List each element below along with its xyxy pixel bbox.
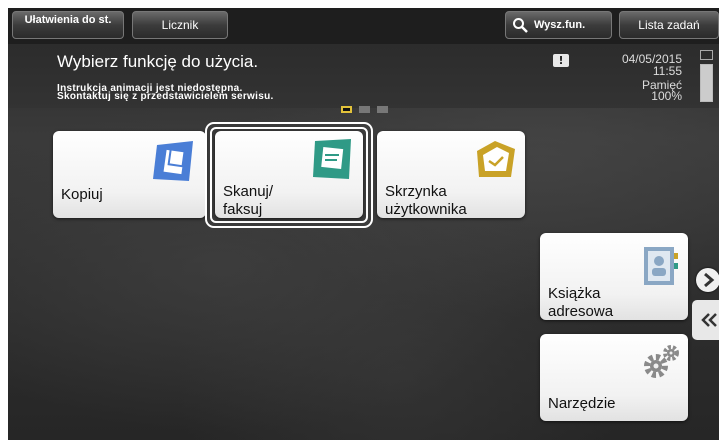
address-book-tile[interactable]: Książka adresowa bbox=[540, 233, 688, 320]
page-dot-active bbox=[341, 106, 352, 113]
utility-label: Narzędzie bbox=[548, 395, 616, 412]
search-function-button[interactable]: Wysz.fun. bbox=[505, 11, 612, 39]
job-list-button[interactable]: Lista zadań bbox=[619, 11, 719, 39]
address-book-label-line1: Książka bbox=[548, 285, 601, 302]
memory-value: 100% bbox=[651, 89, 682, 103]
address-book-label-line2: adresowa bbox=[548, 303, 614, 320]
service-notice: Skontaktuj się z przedstawicielem serwis… bbox=[57, 91, 274, 102]
memory-gauge-fill bbox=[701, 65, 712, 101]
time-display: 11:55 bbox=[652, 64, 682, 78]
utility-tile[interactable]: Narzędzie bbox=[540, 334, 688, 421]
scan-fax-label-line1: Skanuj/ bbox=[223, 183, 274, 200]
user-box-tile[interactable]: Skrzynka użytkownika bbox=[377, 131, 525, 218]
user-box-label-line1: Skrzynka bbox=[385, 183, 447, 200]
scan-fax-label-line2: faksuj bbox=[223, 201, 263, 218]
page-dot bbox=[359, 106, 370, 113]
next-page-button[interactable] bbox=[696, 268, 719, 292]
page-dot bbox=[377, 106, 388, 113]
copy-icon bbox=[153, 141, 193, 181]
scan-fax-tile[interactable]: Skanuj/ faksuj bbox=[215, 131, 363, 218]
gear-icon bbox=[644, 345, 679, 378]
control-panel-screen: Ułatwienia do st. Licznik Wysz.fun. List… bbox=[8, 8, 719, 440]
accessibility-button[interactable]: Ułatwienia do st. bbox=[12, 11, 124, 39]
memory-icon bbox=[700, 50, 713, 60]
warning-icon[interactable]: ! bbox=[553, 54, 569, 67]
scan-fax-icon bbox=[313, 139, 351, 179]
counter-button-label: Licznik bbox=[161, 18, 199, 32]
user-box-icon bbox=[477, 141, 515, 177]
double-chevron-left-icon bbox=[701, 313, 717, 327]
search-icon bbox=[513, 18, 528, 33]
user-box-label-line2: użytkownika bbox=[385, 201, 467, 218]
accessibility-button-label: Ułatwienia do st. bbox=[24, 14, 112, 26]
chevron-right-icon bbox=[704, 272, 715, 288]
search-function-label: Wysz.fun. bbox=[534, 19, 586, 31]
address-book-icon bbox=[644, 247, 678, 285]
copy-tile[interactable]: Kopiuj bbox=[53, 131, 206, 218]
counter-button[interactable]: Licznik bbox=[132, 11, 228, 39]
memory-gauge bbox=[700, 64, 713, 102]
back-button[interactable] bbox=[692, 300, 719, 340]
page-title: Wybierz funkcję do użycia. bbox=[57, 52, 259, 71]
top-bar: Ułatwienia do st. Licznik Wysz.fun. List… bbox=[8, 8, 719, 44]
job-list-label: Lista zadań bbox=[638, 18, 700, 32]
copy-label: Kopiuj bbox=[61, 186, 103, 203]
